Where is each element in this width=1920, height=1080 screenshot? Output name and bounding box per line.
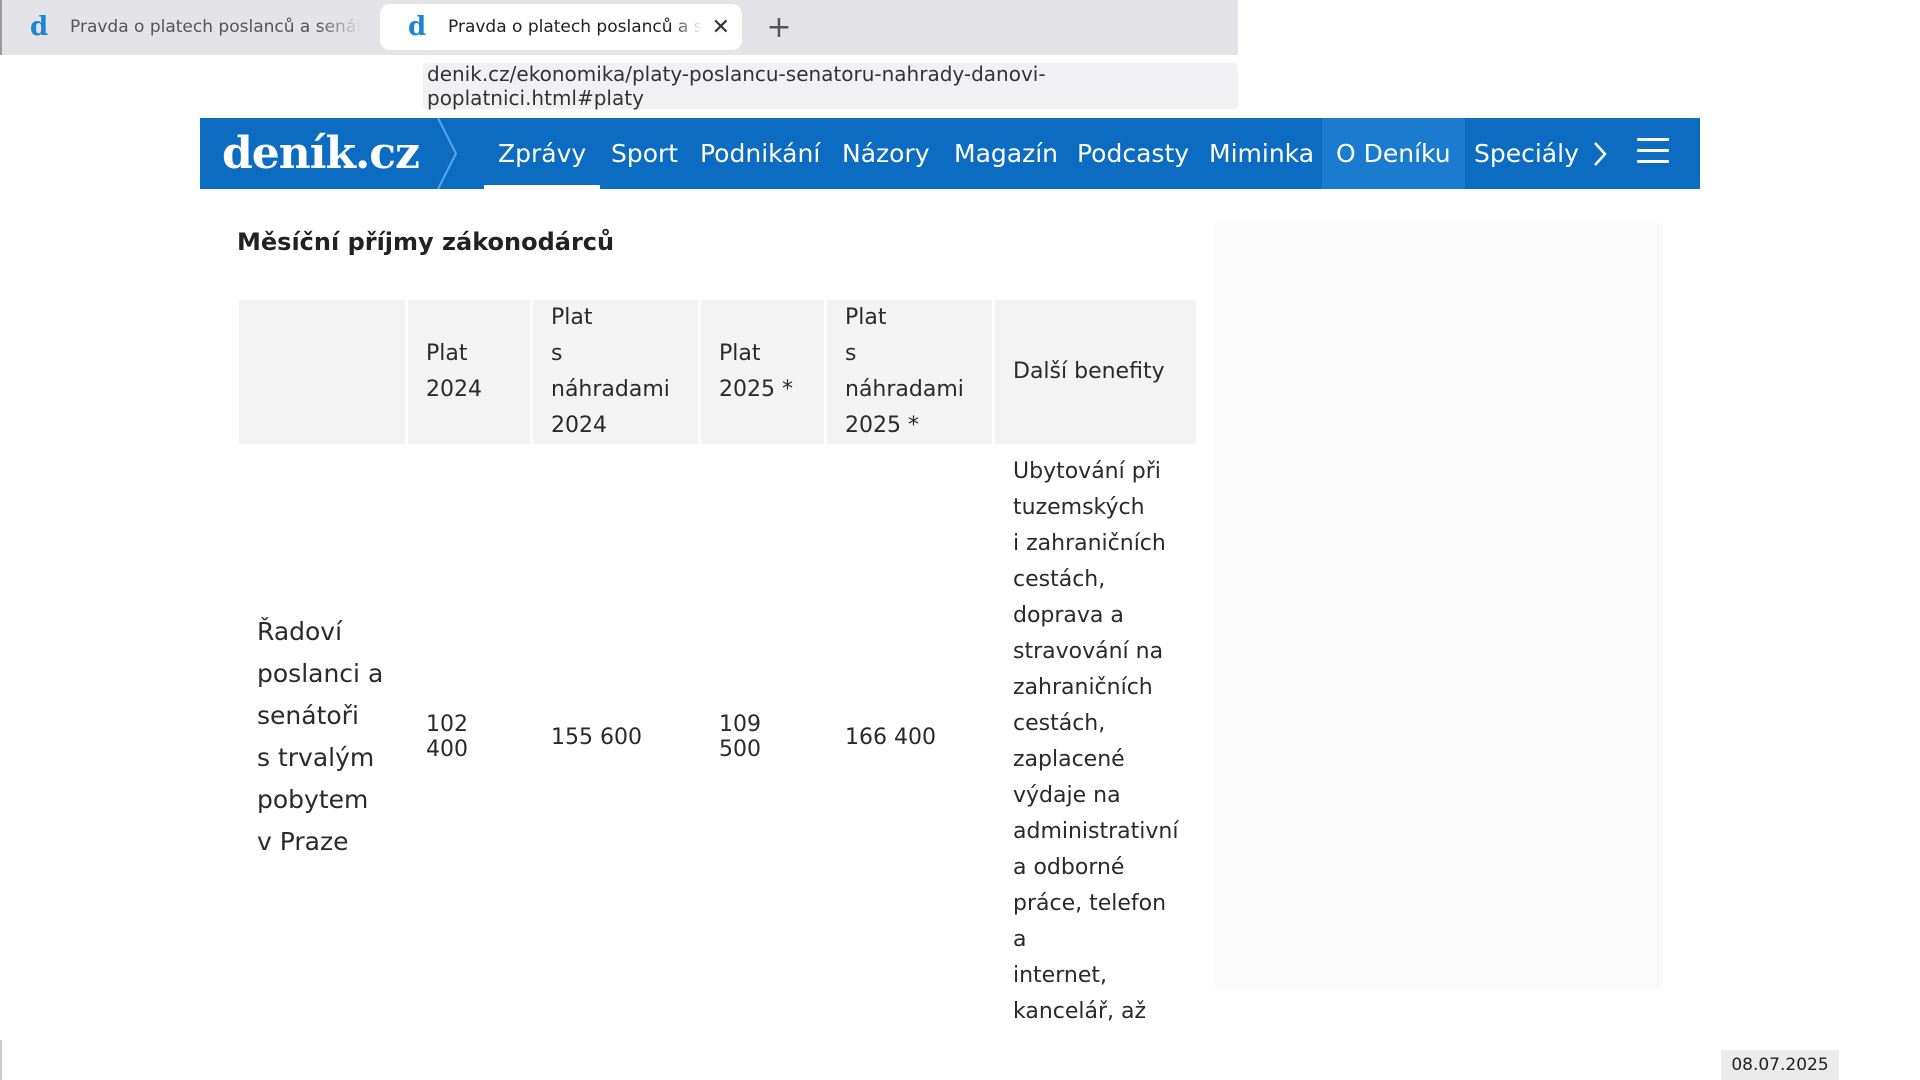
browser-tab-inactive[interactable]: d Pravda o platech poslanců a senátorů <box>2 4 374 50</box>
nav-item-o-deniku[interactable]: O Deníku <box>1322 118 1465 189</box>
cell-plat-nahrady-2025: 166 400 <box>845 724 936 750</box>
nav-item-podnikani[interactable]: Podnikání <box>700 118 820 189</box>
chevron-right-icon[interactable] <box>1592 140 1608 168</box>
nav-item-podcasty[interactable]: Podcasty <box>1077 118 1189 189</box>
table-header-row: Plat 2024 Plat s náhradami 2024 Plat 202… <box>239 300 1197 444</box>
address-bar[interactable]: denik.cz/ekonomika/platy-poslancu-senato… <box>423 62 1238 110</box>
date-stamp: 08.07.2025 <box>1721 1050 1839 1080</box>
nav-item-sport[interactable]: Sport <box>611 118 678 189</box>
cell-plat-2025: 109 500 <box>719 712 761 762</box>
nav-item-specialy[interactable]: Speciály <box>1474 118 1579 189</box>
hamburger-menu-icon[interactable] <box>1637 138 1669 168</box>
header-plat-nahrady-2025: Plat s náhradami 2025 * <box>827 300 992 444</box>
table-row: Řadoví poslanci a senátoři s trvalým pob… <box>239 444 1196 1030</box>
tab-title: Pravda o platech poslanců a senátorů <box>70 17 362 37</box>
nav-item-magazin[interactable]: Magazín <box>954 118 1058 189</box>
table-title: Měsíční příjmy zákonodárců <box>237 228 615 256</box>
new-tab-button[interactable]: + <box>760 8 798 46</box>
logo-divider-icon <box>437 118 458 189</box>
cell-plat-nahrady-2024: 155 600 <box>551 724 642 750</box>
header-plat-2024: Plat 2024 <box>408 300 530 444</box>
sidebar-ad-area <box>1215 223 1663 989</box>
browser-tab-active[interactable]: d Pravda o platech poslanců a senátorů ✕ <box>380 4 742 50</box>
nav-item-nazory[interactable]: Názory <box>842 118 930 189</box>
tab-title: Pravda o platech poslanců a senátorů <box>448 17 702 37</box>
header-empty <box>239 300 405 444</box>
header-plat-2025: Plat 2025 * <box>701 300 824 444</box>
denik-logo[interactable]: deník.cz <box>222 128 420 179</box>
cell-plat-2024: 102 400 <box>426 712 468 762</box>
browser-tab-strip: d Pravda o platech poslanců a senátorů d… <box>0 0 1238 55</box>
denik-favicon-icon: d <box>408 12 427 42</box>
url-text: denik.cz/ekonomika/platy-poslancu-senato… <box>427 62 1046 110</box>
site-navigation-bar: deník.cz Zprávy Sport Podnikání Názory M… <box>200 118 1700 189</box>
cell-benefits: Ubytování při tuzemských i zahraničních … <box>1013 459 1179 1024</box>
header-dalsi-benefity: Další benefity <box>995 300 1197 444</box>
header-plat-nahrady-2024: Plat s náhradami 2024 <box>533 300 698 444</box>
denik-favicon-icon: d <box>30 12 49 42</box>
nav-item-zpravy[interactable]: Zprávy <box>483 118 601 189</box>
close-tab-icon[interactable]: ✕ <box>712 15 730 40</box>
nav-item-miminka[interactable]: Miminka <box>1209 118 1314 189</box>
window-edge-lower <box>0 1040 2 1080</box>
salary-table: Plat 2024 Plat s náhradami 2024 Plat 202… <box>236 300 1199 1030</box>
row-label: Řadoví poslanci a senátoři s trvalým pob… <box>257 617 384 856</box>
